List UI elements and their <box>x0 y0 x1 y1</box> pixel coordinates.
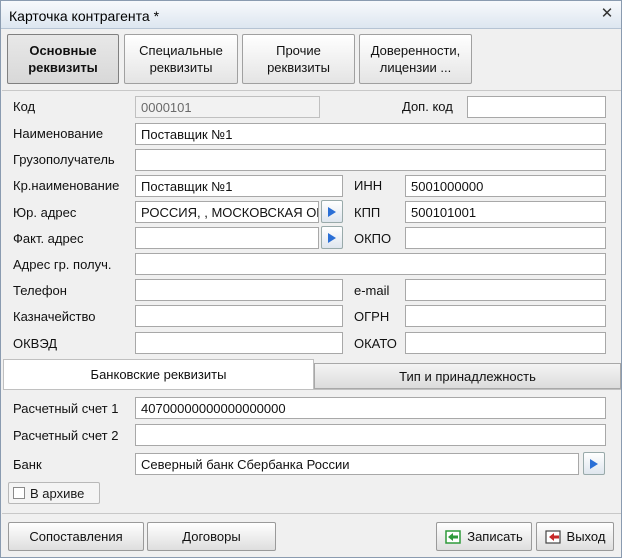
mappings-button-label: Сопоставления <box>29 529 123 544</box>
legal-address-field[interactable]: РОССИЯ, , МОСКОВСКАЯ ОБЛ <box>135 201 319 223</box>
okato-field[interactable] <box>405 332 606 354</box>
okpo-field[interactable] <box>405 227 606 249</box>
short-name-field[interactable]: Поставщик №1 <box>135 175 343 197</box>
checkbox-icon <box>13 487 25 499</box>
phone-field[interactable] <box>135 279 343 301</box>
kpp-field[interactable]: 500101001 <box>405 201 606 223</box>
account1-field[interactable]: 40700000000000000000 <box>135 397 606 419</box>
tab-special-details-label: Специальные реквизиты <box>139 43 223 75</box>
actual-address-label: Факт. адрес <box>13 231 84 246</box>
arrow-right-icon <box>590 458 598 469</box>
actual-address-select-button[interactable] <box>321 226 343 249</box>
tab-type-ownership[interactable]: Тип и принадлежность <box>314 363 621 389</box>
bank-field[interactable]: Северный банк Сбербанка России <box>135 453 579 475</box>
extra-code-label: Доп. код <box>402 99 453 114</box>
bank-label: Банк <box>13 457 42 472</box>
treasury-field[interactable] <box>135 305 343 327</box>
title-bar: Карточка контрагента * ✕ <box>1 1 621 29</box>
tab-bank-details-label: Банковские реквизиты <box>90 367 227 382</box>
archive-checkbox[interactable]: В архиве <box>8 482 100 504</box>
close-icon[interactable]: ✕ <box>599 6 615 22</box>
okved-label: ОКВЭД <box>13 336 58 351</box>
actual-address-field[interactable] <box>135 227 319 249</box>
counterparty-card-window: Карточка контрагента * ✕ Основные реквиз… <box>0 0 622 558</box>
ogrn-field[interactable] <box>405 305 606 327</box>
account1-label: Расчетный счет 1 <box>13 401 119 416</box>
account2-field[interactable] <box>135 424 606 446</box>
tab-main-details-label: Основные реквизиты <box>28 43 98 75</box>
code-field: 0000101 <box>135 96 320 118</box>
inn-label: ИНН <box>354 178 383 193</box>
mappings-button[interactable]: Сопоставления <box>8 522 144 551</box>
window-title: Карточка контрагента * <box>9 8 160 24</box>
save-button-label: Записать <box>467 529 523 544</box>
consignee-address-label: Адрес гр. получ. <box>13 257 112 272</box>
contracts-button-label: Договоры <box>182 529 241 544</box>
ogrn-label: ОГРН <box>354 309 390 324</box>
save-icon <box>445 529 461 544</box>
tab-special-details[interactable]: Специальные реквизиты <box>124 34 238 84</box>
consignee-label: Грузополучатель <box>13 152 115 167</box>
phone-label: Телефон <box>13 283 67 298</box>
okpo-label: ОКПО <box>354 231 392 246</box>
short-name-label: Кр.наименование <box>13 178 120 193</box>
tab-powers-licenses[interactable]: Доверенности, лицензии ... <box>359 34 472 84</box>
okved-field[interactable] <box>135 332 343 354</box>
code-label: Код <box>13 99 36 114</box>
tab-other-details[interactable]: Прочие реквизиты <box>242 34 355 84</box>
footer-divider <box>2 513 621 514</box>
archive-label: В архиве <box>30 485 85 501</box>
save-button[interactable]: Записать <box>436 522 532 551</box>
okato-label: ОКАТО <box>354 336 397 351</box>
arrow-right-icon <box>328 232 336 243</box>
exit-icon <box>544 529 561 544</box>
consignee-address-field[interactable] <box>135 253 606 275</box>
tab-main-details[interactable]: Основные реквизиты <box>7 34 119 84</box>
kpp-label: КПП <box>354 205 381 220</box>
extra-code-field[interactable] <box>467 96 606 118</box>
legal-address-label: Юр. адрес <box>13 205 77 220</box>
tabs-divider <box>2 90 621 91</box>
treasury-label: Казначейство <box>13 309 96 324</box>
name-field[interactable]: Поставщик №1 <box>135 123 606 145</box>
email-field[interactable] <box>405 279 606 301</box>
exit-button-label: Выход <box>566 529 606 544</box>
arrow-right-icon <box>328 206 336 217</box>
tab-bank-details[interactable]: Банковские реквизиты <box>3 359 314 389</box>
tab-powers-licenses-label: Доверенности, лицензии ... <box>370 43 461 75</box>
contracts-button[interactable]: Договоры <box>147 522 276 551</box>
legal-address-select-button[interactable] <box>321 200 343 223</box>
consignee-field[interactable] <box>135 149 606 171</box>
bank-select-button[interactable] <box>583 452 605 475</box>
email-label: e-mail <box>354 283 390 298</box>
inn-field[interactable]: 5001000000 <box>405 175 606 197</box>
tab-type-ownership-label: Тип и принадлежность <box>399 368 536 384</box>
exit-button[interactable]: Выход <box>536 522 614 551</box>
account2-label: Расчетный счет 2 <box>13 428 119 443</box>
name-label: Наименование <box>13 126 104 141</box>
tab-other-details-label: Прочие реквизиты <box>267 43 330 75</box>
